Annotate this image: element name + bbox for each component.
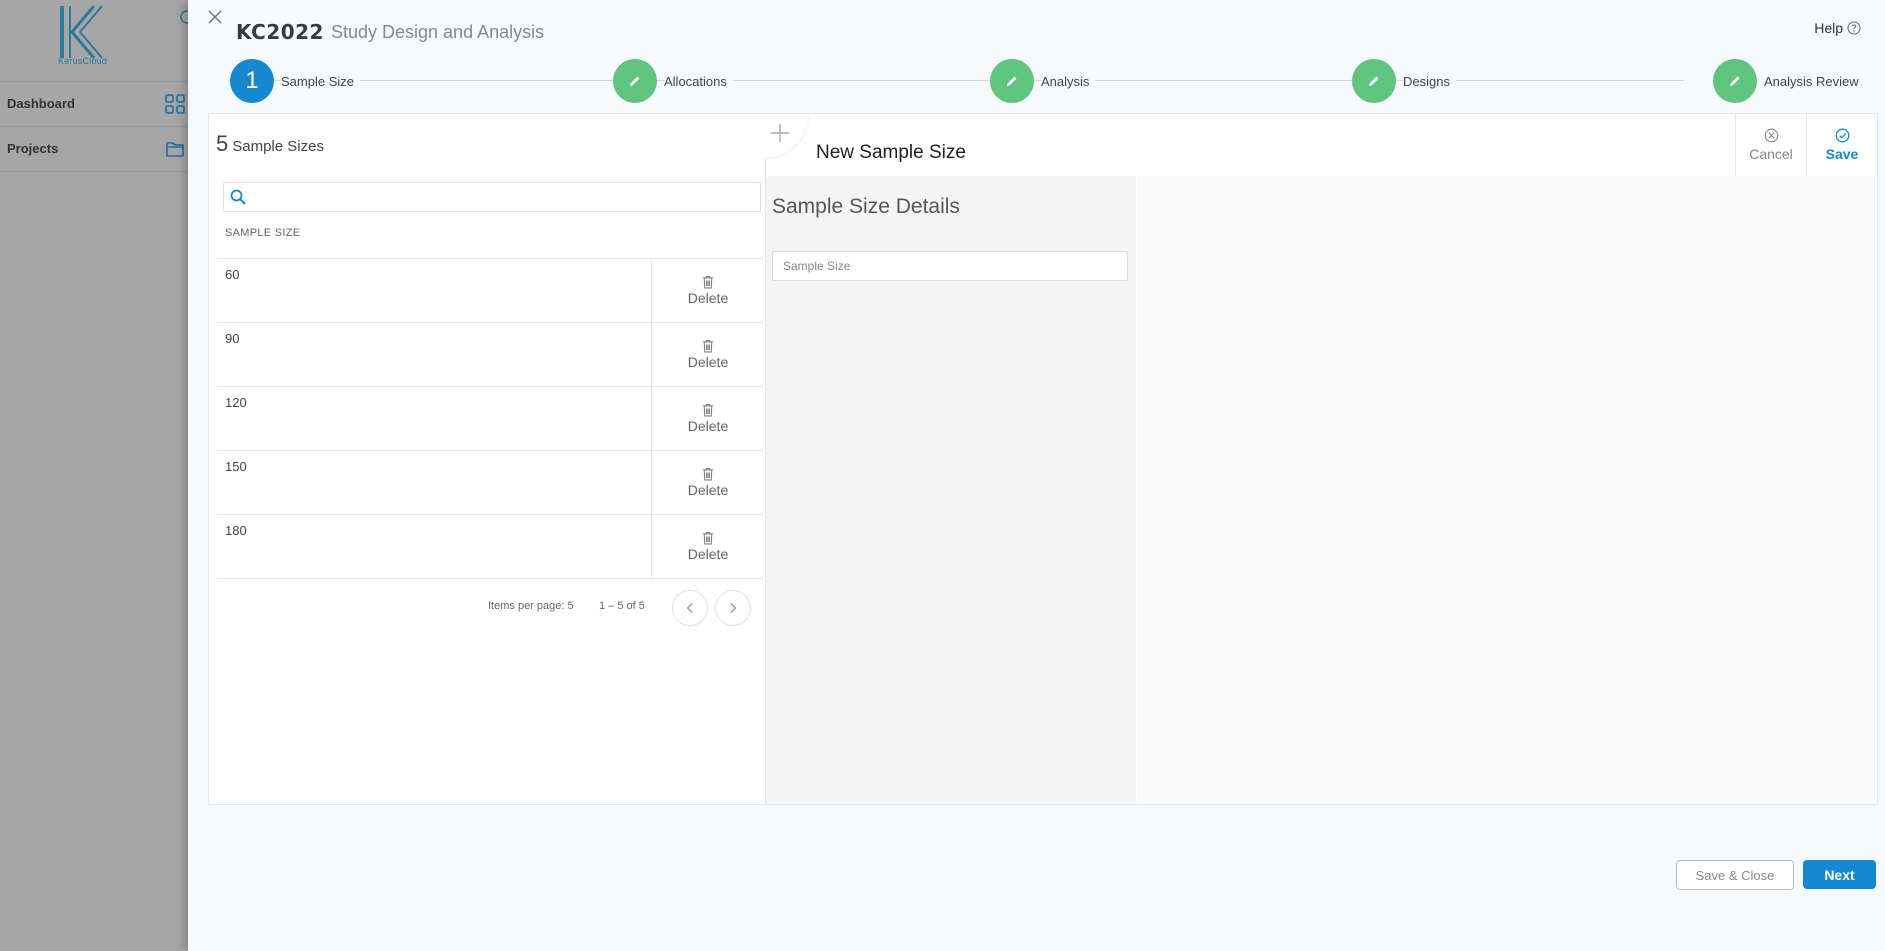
nav-label: Dashboard <box>7 96 75 111</box>
trash-icon <box>703 532 713 545</box>
step-label: Analysis <box>1041 73 1096 89</box>
delete-button[interactable]: Delete <box>651 451 764 514</box>
trash-icon <box>703 404 713 417</box>
chevron-right-icon <box>730 603 737 613</box>
step-allocations[interactable]: Allocations <box>613 58 733 104</box>
delete-button[interactable]: Delete <box>651 515 764 578</box>
cancel-circle-icon <box>1764 128 1778 143</box>
step-sample-size[interactable]: 1 Sample Size <box>230 58 360 104</box>
cancel-button[interactable]: Cancel <box>1735 114 1806 176</box>
save-button[interactable]: Save <box>1806 114 1877 176</box>
delete-label: Delete <box>687 290 729 306</box>
step-label: Allocations <box>664 73 733 89</box>
check-circle-icon <box>1835 128 1849 143</box>
save-and-close-button[interactable]: Save & Close <box>1676 860 1794 890</box>
search-box <box>223 182 761 212</box>
items-per-page[interactable]: Items per page: 5 <box>488 600 574 612</box>
table-row[interactable]: 150 Delete <box>217 450 763 514</box>
step-number: 1 <box>230 59 274 103</box>
sample-size-input[interactable] <box>781 256 1123 276</box>
editor-header: New Sample Size <box>764 114 1136 176</box>
trash-icon <box>703 340 713 353</box>
delete-button[interactable]: Delete <box>651 323 764 386</box>
list-count: 5 <box>216 131 229 156</box>
progress-stepper: 1 Sample Size Allocations Analysis Desig… <box>230 58 1865 104</box>
stepper-line <box>274 80 1684 81</box>
sample-size-value: 180 <box>225 523 247 538</box>
nav-label: Projects <box>7 141 59 156</box>
trash-icon <box>703 468 713 481</box>
step-label: Sample Size <box>281 73 360 89</box>
search-input[interactable] <box>254 186 754 208</box>
pencil-icon <box>613 59 657 103</box>
next-page-button[interactable] <box>715 590 751 626</box>
paginator: Items per page: 5 1 – 5 of 5 <box>209 588 763 626</box>
delete-label: Delete <box>687 482 729 498</box>
step-label: Analysis Review <box>1764 73 1865 89</box>
table-row[interactable]: 120 Delete <box>217 386 763 450</box>
delete-button[interactable]: Delete <box>651 259 764 322</box>
folder-icon <box>166 142 184 157</box>
delete-label: Delete <box>687 418 729 434</box>
nav-item-projects[interactable]: Projects <box>0 127 190 172</box>
page-range: 1 – 5 of 5 <box>599 600 645 612</box>
logo-text: KerusCloud <box>58 56 108 66</box>
chevron-left-icon <box>686 603 693 613</box>
step-analysis[interactable]: Analysis <box>990 58 1096 104</box>
pencil-icon <box>990 59 1034 103</box>
table-row[interactable]: 90 Delete <box>217 322 763 386</box>
sample-size-details-panel: New Sample Size Sample Size Details <box>764 114 1136 804</box>
page-subtitle: Study Design and Analysis <box>331 22 545 42</box>
help-label: Help <box>1814 20 1843 36</box>
editor-title: New Sample Size <box>816 142 966 163</box>
study-design-modal: KC2022 Study Design and Analysis Help 1 … <box>188 0 1885 951</box>
editor-actions: Cancel Save <box>1137 114 1877 176</box>
help-link[interactable]: Help <box>1814 20 1861 36</box>
search-icon <box>230 189 246 205</box>
question-circle-icon <box>1847 21 1861 35</box>
sample-size-list-panel: 5 Sample Sizes SAMPLE SIZE 60 Delete 90 … <box>209 114 766 804</box>
step-label: Designs <box>1403 73 1456 89</box>
save-label: Save <box>1825 146 1859 162</box>
sample-size-value: 90 <box>225 331 240 346</box>
step-analysis-review[interactable]: Analysis Review <box>1713 58 1865 104</box>
sample-size-table: 60 Delete 90 Delete 120 Delete 150 Delet… <box>217 258 763 579</box>
editor-right-panel: Cancel Save <box>1137 114 1877 804</box>
pencil-icon <box>1713 59 1757 103</box>
sample-size-value: 60 <box>225 267 240 282</box>
grid-icon <box>165 94 185 114</box>
add-sample-size-button[interactable] <box>764 114 808 158</box>
sample-size-value: 120 <box>225 395 247 410</box>
cancel-label: Cancel <box>1749 146 1793 162</box>
list-title: 5 Sample Sizes <box>216 131 324 157</box>
plus-icon <box>771 124 789 142</box>
sample-size-field <box>772 251 1128 281</box>
previous-page-button[interactable] <box>672 590 708 626</box>
column-header-sample-size[interactable]: SAMPLE SIZE <box>225 227 300 239</box>
close-icon[interactable] <box>204 6 226 28</box>
step-designs[interactable]: Designs <box>1352 58 1456 104</box>
next-button[interactable]: Next <box>1803 860 1876 889</box>
table-row[interactable]: 60 Delete <box>217 258 763 322</box>
main-card: 5 Sample Sizes SAMPLE SIZE 60 Delete 90 … <box>208 113 1878 805</box>
delete-label: Delete <box>687 546 729 562</box>
details-title: Sample Size Details <box>772 195 960 218</box>
pencil-icon <box>1352 59 1396 103</box>
nav-item-dashboard[interactable]: Dashboard <box>0 82 190 127</box>
table-row[interactable]: 180 Delete <box>217 514 763 579</box>
delete-label: Delete <box>687 354 729 370</box>
delete-button[interactable]: Delete <box>651 387 764 450</box>
trash-icon <box>703 276 713 289</box>
list-title-label: Sample Sizes <box>232 138 324 155</box>
sample-size-value: 150 <box>225 459 247 474</box>
project-code: KC2022 <box>236 20 324 44</box>
